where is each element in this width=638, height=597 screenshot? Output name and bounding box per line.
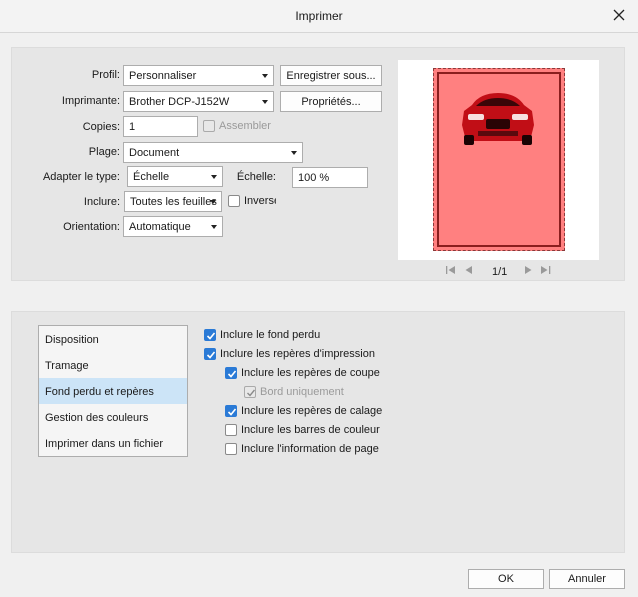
checkmark-icon — [247, 389, 256, 397]
category-item-bleed-marks[interactable]: Fond perdu et repères — [39, 378, 187, 404]
category-list: Disposition Tramage Fond perdu et repère… — [38, 325, 188, 457]
chevron-down-icon — [262, 100, 268, 104]
properties-button[interactable]: Propriétés... — [280, 91, 382, 112]
first-prev-page-icons — [446, 266, 472, 274]
collate-label: Assembler — [219, 120, 271, 132]
next-last-page-icons — [525, 266, 551, 274]
cancel-button[interactable]: Annuler — [549, 569, 625, 589]
checkmark-icon — [206, 351, 216, 359]
copies-label: Copies: — [82, 121, 120, 133]
range-label: Plage: — [88, 146, 120, 158]
collate-checkbox[interactable] — [203, 120, 215, 132]
include-crop-marks-label: Inclure les repères de coupe — [241, 367, 380, 379]
title-bar: Imprimer — [0, 0, 638, 33]
edge-only-label: Bord uniquement — [260, 386, 344, 398]
preview-page — [433, 68, 565, 251]
include-dropdown[interactable]: Toutes les feuilles — [124, 191, 222, 212]
include-value: Toutes les feuilles — [130, 196, 217, 208]
category-item-print-to-file[interactable]: Imprimer dans un fichier — [39, 430, 187, 456]
range-value: Document — [129, 147, 180, 159]
include-print-marks-checkbox[interactable] — [204, 348, 216, 360]
printer-value: Brother DCP-J152W — [129, 96, 230, 108]
print-preview — [398, 60, 599, 260]
chevron-down-icon — [262, 74, 268, 78]
printer-dropdown[interactable]: Brother DCP-J152W — [123, 91, 274, 112]
save-as-button[interactable]: Enregistrer sous... — [280, 65, 382, 86]
scale-label: Échelle: — [236, 171, 276, 183]
include-bleed-checkbox[interactable] — [204, 329, 216, 341]
include-color-bars-checkbox[interactable] — [225, 424, 237, 436]
include-page-info-label: Inclure l'information de page — [241, 443, 379, 455]
checkmark-icon — [227, 370, 237, 378]
include-crop-marks-checkbox[interactable] — [225, 367, 237, 379]
chevron-down-icon — [210, 200, 216, 204]
orientation-dropdown[interactable]: Automatique — [123, 216, 223, 237]
orientation-label: Orientation: — [63, 221, 120, 233]
include-color-bars-label: Inclure les barres de couleur — [241, 424, 380, 436]
profile-dropdown[interactable]: Personnaliser — [123, 65, 274, 86]
include-print-marks-label: Inclure les repères d'impression — [220, 348, 375, 360]
profile-label: Profil: — [91, 69, 120, 81]
page-indicator: 1/1 — [492, 266, 508, 278]
window-title: Imprimer — [295, 9, 343, 23]
chevron-down-icon — [211, 225, 217, 229]
ok-button[interactable]: OK — [468, 569, 544, 589]
close-icon[interactable] — [611, 7, 627, 23]
category-item-tramage[interactable]: Tramage — [39, 352, 187, 378]
chevron-down-icon — [211, 175, 217, 179]
range-dropdown[interactable]: Document — [123, 142, 303, 163]
orientation-value: Automatique — [129, 221, 191, 233]
profile-value: Personnaliser — [129, 70, 197, 82]
chevron-down-icon — [291, 151, 297, 155]
scale-input[interactable]: 100 % — [292, 167, 368, 188]
reverse-label: Inverse — [244, 195, 276, 207]
include-bleed-label: Inclure le fond perdu — [220, 329, 321, 341]
fit-type-value: Échelle — [133, 171, 170, 183]
category-item-color-management[interactable]: Gestion des couleurs — [39, 404, 187, 430]
include-label: Inclure: — [83, 196, 120, 208]
printer-label: Imprimante: — [61, 95, 120, 107]
checkmark-icon — [206, 332, 216, 340]
category-item-disposition[interactable]: Disposition — [39, 326, 187, 352]
checkmark-icon — [227, 408, 237, 416]
edge-only-checkbox[interactable] — [244, 386, 256, 398]
fit-type-dropdown[interactable]: Échelle — [127, 166, 223, 187]
car-image — [462, 93, 534, 145]
copies-input[interactable]: 1 — [123, 116, 198, 137]
reverse-checkbox[interactable] — [228, 195, 240, 207]
fit-type-label: Adapter le type: — [42, 171, 120, 183]
include-registration-marks-checkbox[interactable] — [225, 405, 237, 417]
include-registration-marks-label: Inclure les repères de calage — [241, 405, 383, 417]
include-page-info-checkbox[interactable] — [225, 443, 237, 455]
